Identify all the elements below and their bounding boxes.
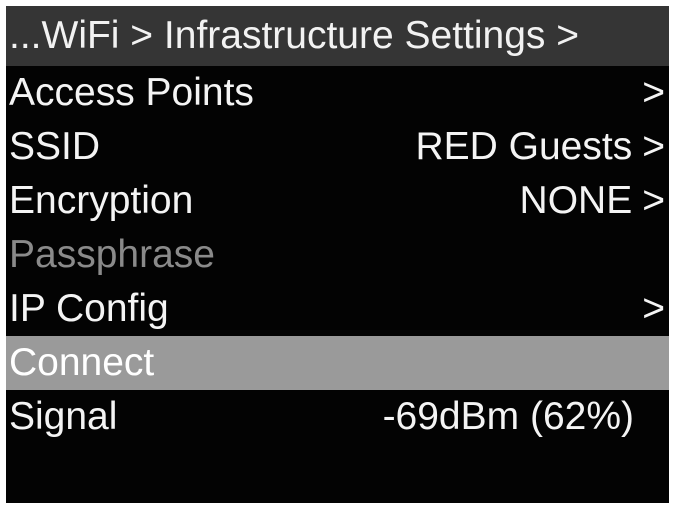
- chevron-right-icon: >: [642, 125, 665, 168]
- menu-item-label: Encryption: [9, 179, 194, 222]
- chevron-right-icon: >: [642, 287, 665, 330]
- menu-item-ip-config[interactable]: IP Config >: [6, 282, 669, 336]
- chevron-right-icon: >: [642, 71, 665, 114]
- menu-item-passphrase: Passphrase: [6, 228, 669, 282]
- menu-item-label: Connect: [9, 341, 155, 384]
- chevron-right-icon: >: [642, 179, 665, 222]
- menu-item-label: Access Points: [9, 71, 254, 114]
- menu-item-encryption[interactable]: Encryption NONE >: [6, 174, 669, 228]
- encryption-value: NONE: [519, 179, 633, 222]
- ssid-value: RED Guests: [415, 125, 633, 168]
- menu-item-label: Signal: [9, 395, 118, 438]
- camera-menu-screen: ...WiFi > Infrastructure Settings > Acce…: [6, 6, 669, 503]
- menu-item-access-points[interactable]: Access Points >: [6, 66, 669, 120]
- signal-strength-value: -69dBm (62%): [382, 395, 634, 438]
- menu-item-signal: Signal -69dBm (62%): [6, 390, 669, 444]
- breadcrumb-text: ...WiFi > Infrastructure Settings >: [9, 14, 580, 57]
- menu-item-ssid[interactable]: SSID RED Guests >: [6, 120, 669, 174]
- menu-item-connect[interactable]: Connect: [6, 336, 669, 390]
- breadcrumb: ...WiFi > Infrastructure Settings >: [6, 6, 669, 66]
- menu-item-label: Passphrase: [9, 233, 215, 276]
- menu-item-label: IP Config: [9, 287, 169, 330]
- menu-item-label: SSID: [9, 125, 101, 168]
